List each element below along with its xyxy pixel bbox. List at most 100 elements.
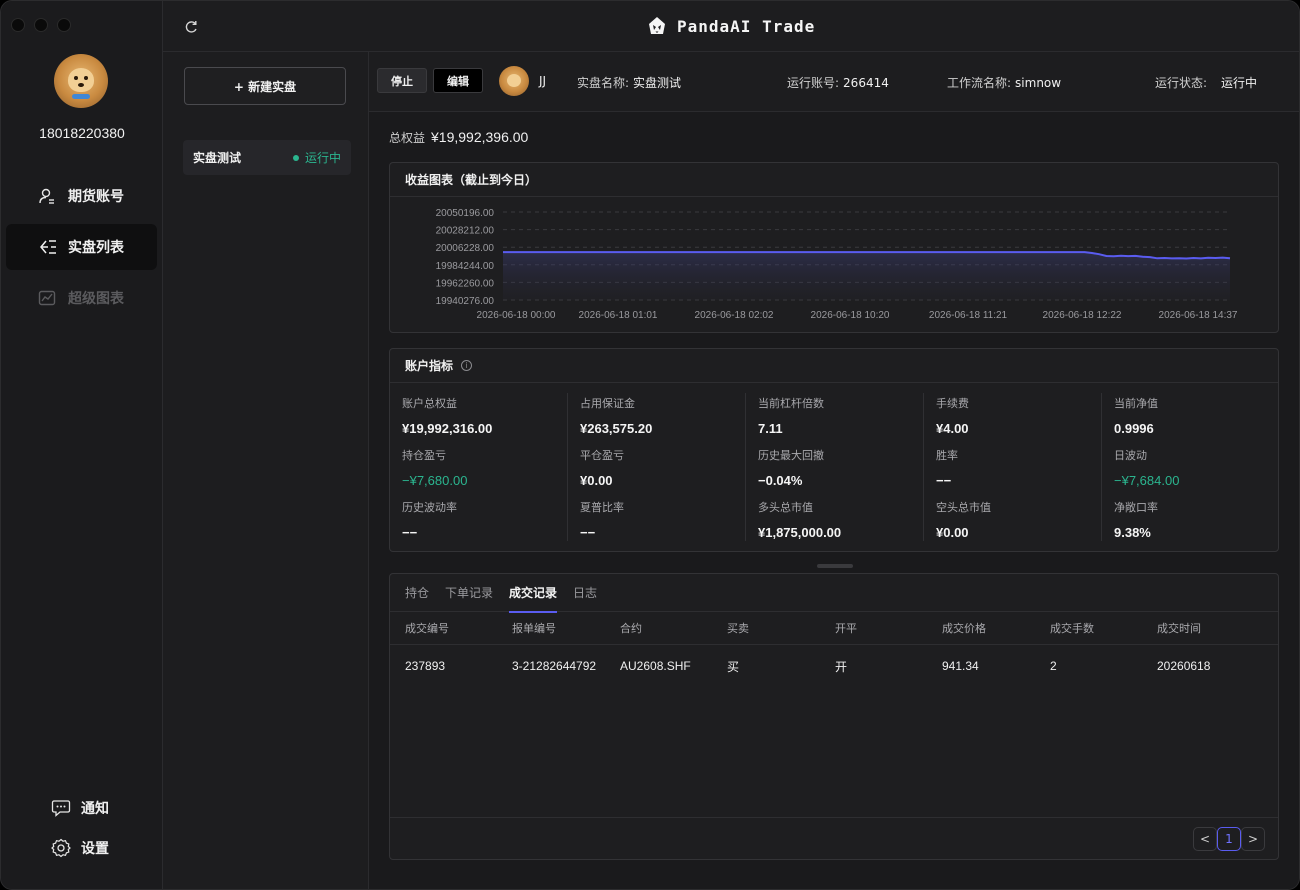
tab-positions[interactable]: 持仓 xyxy=(405,574,429,612)
sidebar-item-label: 实盘列表 xyxy=(68,240,124,256)
table-cell: 20260618 xyxy=(1157,659,1211,673)
x-tick-label: 2026-06-18 14:37 xyxy=(1159,310,1238,321)
settings-button[interactable]: 设置 xyxy=(51,838,109,858)
trade-list-panel: + 新建实盘 实盘测试 运行中 xyxy=(163,52,369,889)
metric-label: 平仓盈亏 xyxy=(580,449,624,462)
metric-label: 多头总市值 xyxy=(758,501,813,514)
zoom-window-button[interactable] xyxy=(57,18,71,32)
metric-item: 日波动 −¥7,684.00 xyxy=(1114,447,1284,488)
sidebar-item-trade-list[interactable]: 实盘列表 xyxy=(6,224,157,270)
app-window: 18018220380 期货账号 实盘列表 超级图表 通知 设置 PandaAI… xyxy=(0,0,1300,890)
minimize-window-button[interactable] xyxy=(34,18,48,32)
metric-value: −¥7,684.00 xyxy=(1114,473,1180,488)
window-controls xyxy=(11,18,71,32)
stop-button[interactable]: 停止 xyxy=(377,68,427,93)
y-tick-label: 19984244.00 xyxy=(436,261,495,272)
refresh-icon[interactable] xyxy=(183,19,199,35)
next-page-button[interactable]: > xyxy=(1241,827,1265,851)
table-cell: 3-21282644792 xyxy=(512,659,597,673)
metric-item: 持仓盈亏 −¥7,680.00 xyxy=(402,447,572,488)
y-tick-label: 20050196.00 xyxy=(436,208,495,219)
avatar xyxy=(499,66,529,96)
table-cell: 开 xyxy=(835,659,848,674)
metric-label: 当前净值 xyxy=(1114,397,1158,410)
x-tick-label: 2026-06-18 10:20 xyxy=(811,310,890,321)
chat-bubble-icon xyxy=(51,800,71,817)
column-header: 买卖 xyxy=(727,622,749,635)
list-icon xyxy=(40,240,56,254)
metric-item: 多头总市值 ¥1,875,000.00 xyxy=(758,499,928,540)
settings-label: 设置 xyxy=(81,841,109,857)
table-cell: 941.34 xyxy=(942,659,979,673)
metric-label: 历史最大回撤 xyxy=(758,449,824,462)
info-icon[interactable]: i xyxy=(461,360,473,371)
app-brand: PandaAI Trade xyxy=(647,16,815,36)
tab-logs[interactable]: 日志 xyxy=(573,574,597,612)
metric-label: 持仓盈亏 xyxy=(402,449,446,462)
metric-label: 夏普比率 xyxy=(580,501,624,514)
y-tick-label: 19940276.00 xyxy=(436,296,495,307)
resize-handle[interactable] xyxy=(817,564,853,568)
table-cell: 2 xyxy=(1050,659,1057,673)
prev-page-button[interactable]: < xyxy=(1193,827,1217,851)
metric-label: 当前杠杆倍数 xyxy=(758,397,824,410)
metric-value: 9.38% xyxy=(1114,525,1151,540)
avatar[interactable] xyxy=(54,54,108,108)
metric-value: ¥4.00 xyxy=(936,421,969,436)
tab-order-records[interactable]: 下单记录 xyxy=(445,574,493,612)
trade-list-item[interactable]: 实盘测试 运行中 xyxy=(183,140,351,175)
chart-icon xyxy=(38,290,56,306)
metric-item: 空头总市值 ¥0.00 xyxy=(936,499,1106,540)
user-short-name: JJ xyxy=(539,74,547,88)
x-tick-label: 2026-06-18 12:22 xyxy=(1043,310,1122,321)
metric-value: ¥263,575.20 xyxy=(580,421,653,436)
metric-label: 占用保证金 xyxy=(580,397,635,410)
page-1-button[interactable]: 1 xyxy=(1217,827,1241,851)
close-window-button[interactable] xyxy=(11,18,25,32)
sidebar-item-super-chart[interactable]: 超级图表 xyxy=(6,275,157,321)
edit-button[interactable]: 编辑 xyxy=(433,68,483,93)
tab-trade-records[interactable]: 成交记录 xyxy=(509,574,558,613)
metric-label: 胜率 xyxy=(936,449,958,462)
metric-item: 手续费 ¥4.00 xyxy=(936,395,1106,436)
column-header: 合约 xyxy=(620,622,642,635)
metric-item: 占用保证金 ¥263,575.20 xyxy=(580,395,750,436)
metric-label: 净敞口率 xyxy=(1114,501,1158,514)
metric-value: −¥7,680.00 xyxy=(402,473,468,488)
trade-name-field: 实盘名称: 实盘测试 xyxy=(577,76,682,90)
metric-item: 夏普比率 −− xyxy=(580,499,750,540)
metric-label: 账户总权益 xyxy=(402,397,457,410)
column-header: 报单编号 xyxy=(512,622,556,635)
total-equity: 总权益 ¥19,992,396.00 xyxy=(389,129,528,146)
table-header: 成交编号 报单编号 合约 买卖 开平 成交价格 成交手数 成交时间 xyxy=(390,612,1278,645)
metric-label: 空头总市值 xyxy=(936,501,991,514)
run-account-field: 运行账号: 266414 xyxy=(787,76,889,90)
title-bar: PandaAI Trade xyxy=(163,1,1299,52)
metric-value: ¥19,992,316.00 xyxy=(402,421,493,436)
profit-chart[interactable]: 20050196.00 20028212.00 20006228.00 1998424… xyxy=(390,197,1280,332)
trade-status: 运行中 xyxy=(304,151,341,165)
x-tick-label: 2026-06-18 02:02 xyxy=(695,310,774,321)
sidebar-item-label: 期货账号 xyxy=(68,189,124,205)
y-tick-label: 20006228.00 xyxy=(436,243,495,254)
notify-button[interactable]: 通知 xyxy=(51,798,109,818)
metric-item: 平仓盈亏 ¥0.00 xyxy=(580,447,750,488)
sidebar-item-futures-account[interactable]: 期货账号 xyxy=(6,173,157,219)
user-icon xyxy=(39,188,54,204)
account-metrics-panel: 账户指标 i 账户总权益 ¥19,992,316.00 占用保证金 ¥263,575.2… xyxy=(389,348,1279,552)
main-content: 停止 编辑 JJ 实盘名称: 实盘测试 运行账号: 266414 工作流名称: sim… xyxy=(369,52,1299,889)
metric-label: 日波动 xyxy=(1114,449,1147,462)
sidebar-item-label: 超级图表 xyxy=(68,291,124,307)
chart-title: 收益图表（截止到今日） xyxy=(390,163,1278,197)
metric-item: 当前净值 0.9996 xyxy=(1114,395,1284,436)
metric-value: −0.04% xyxy=(758,473,803,488)
new-trade-button[interactable]: + 新建实盘 xyxy=(184,67,346,105)
total-equity-value: ¥19,992,396.00 xyxy=(431,129,529,145)
metric-item: 当前杠杆倍数 7.11 xyxy=(758,395,928,436)
column-header: 成交时间 xyxy=(1157,622,1201,635)
metric-value: −− xyxy=(936,473,952,488)
metric-item: 历史最大回撤 −0.04% xyxy=(758,447,928,488)
metric-value: −− xyxy=(580,525,596,540)
table-row[interactable]: 237893 3-21282644792 AU2608.SHF 买 开 941.… xyxy=(390,649,1278,683)
table-cell: AU2608.SHF xyxy=(620,659,691,673)
